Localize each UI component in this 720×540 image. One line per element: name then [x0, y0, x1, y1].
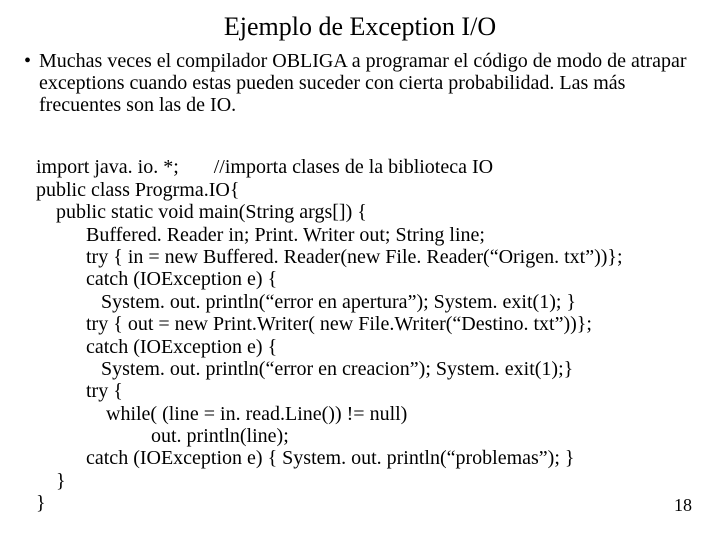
slide-title: Ejemplo de Exception I/O: [20, 12, 700, 42]
code-block: import java. io. *; //importa clases de …: [36, 134, 700, 515]
code-line: catch (IOException e) {: [36, 268, 277, 290]
code-line: System. out. println(“error en apertura”…: [36, 291, 576, 313]
code-line: try { in = new Buffered. Reader(new File…: [36, 246, 623, 268]
slide: Ejemplo de Exception I/O • Muchas veces …: [0, 0, 720, 540]
code-line: try { out = new Print.Writer( new File.W…: [36, 313, 592, 335]
code-line: while( (line = in. read.Line()) != null): [36, 403, 407, 425]
code-line: }: [36, 492, 46, 514]
code-line: }: [36, 470, 66, 492]
code-line: Buffered. Reader in; Print. Writer out; …: [36, 224, 485, 246]
page-number: 18: [674, 495, 692, 516]
code-line: public static void main(String args[]) {: [36, 201, 367, 223]
bullet-dot-icon: •: [24, 50, 31, 72]
code-line: public class Progrma.IO{: [36, 179, 239, 201]
code-line: catch (IOException e) { System. out. pri…: [36, 447, 575, 469]
code-line: out. println(line);: [36, 425, 289, 447]
code-line: try {: [36, 380, 123, 402]
code-line: catch (IOException e) {: [36, 336, 277, 358]
code-line: System. out. println(“error en creacion”…: [36, 358, 573, 380]
bullet-text: Muchas veces el compilador OBLIGA a prog…: [39, 50, 700, 116]
bullet-item: • Muchas veces el compilador OBLIGA a pr…: [20, 50, 700, 116]
code-line: import java. io. *; //importa clases de …: [36, 156, 493, 178]
